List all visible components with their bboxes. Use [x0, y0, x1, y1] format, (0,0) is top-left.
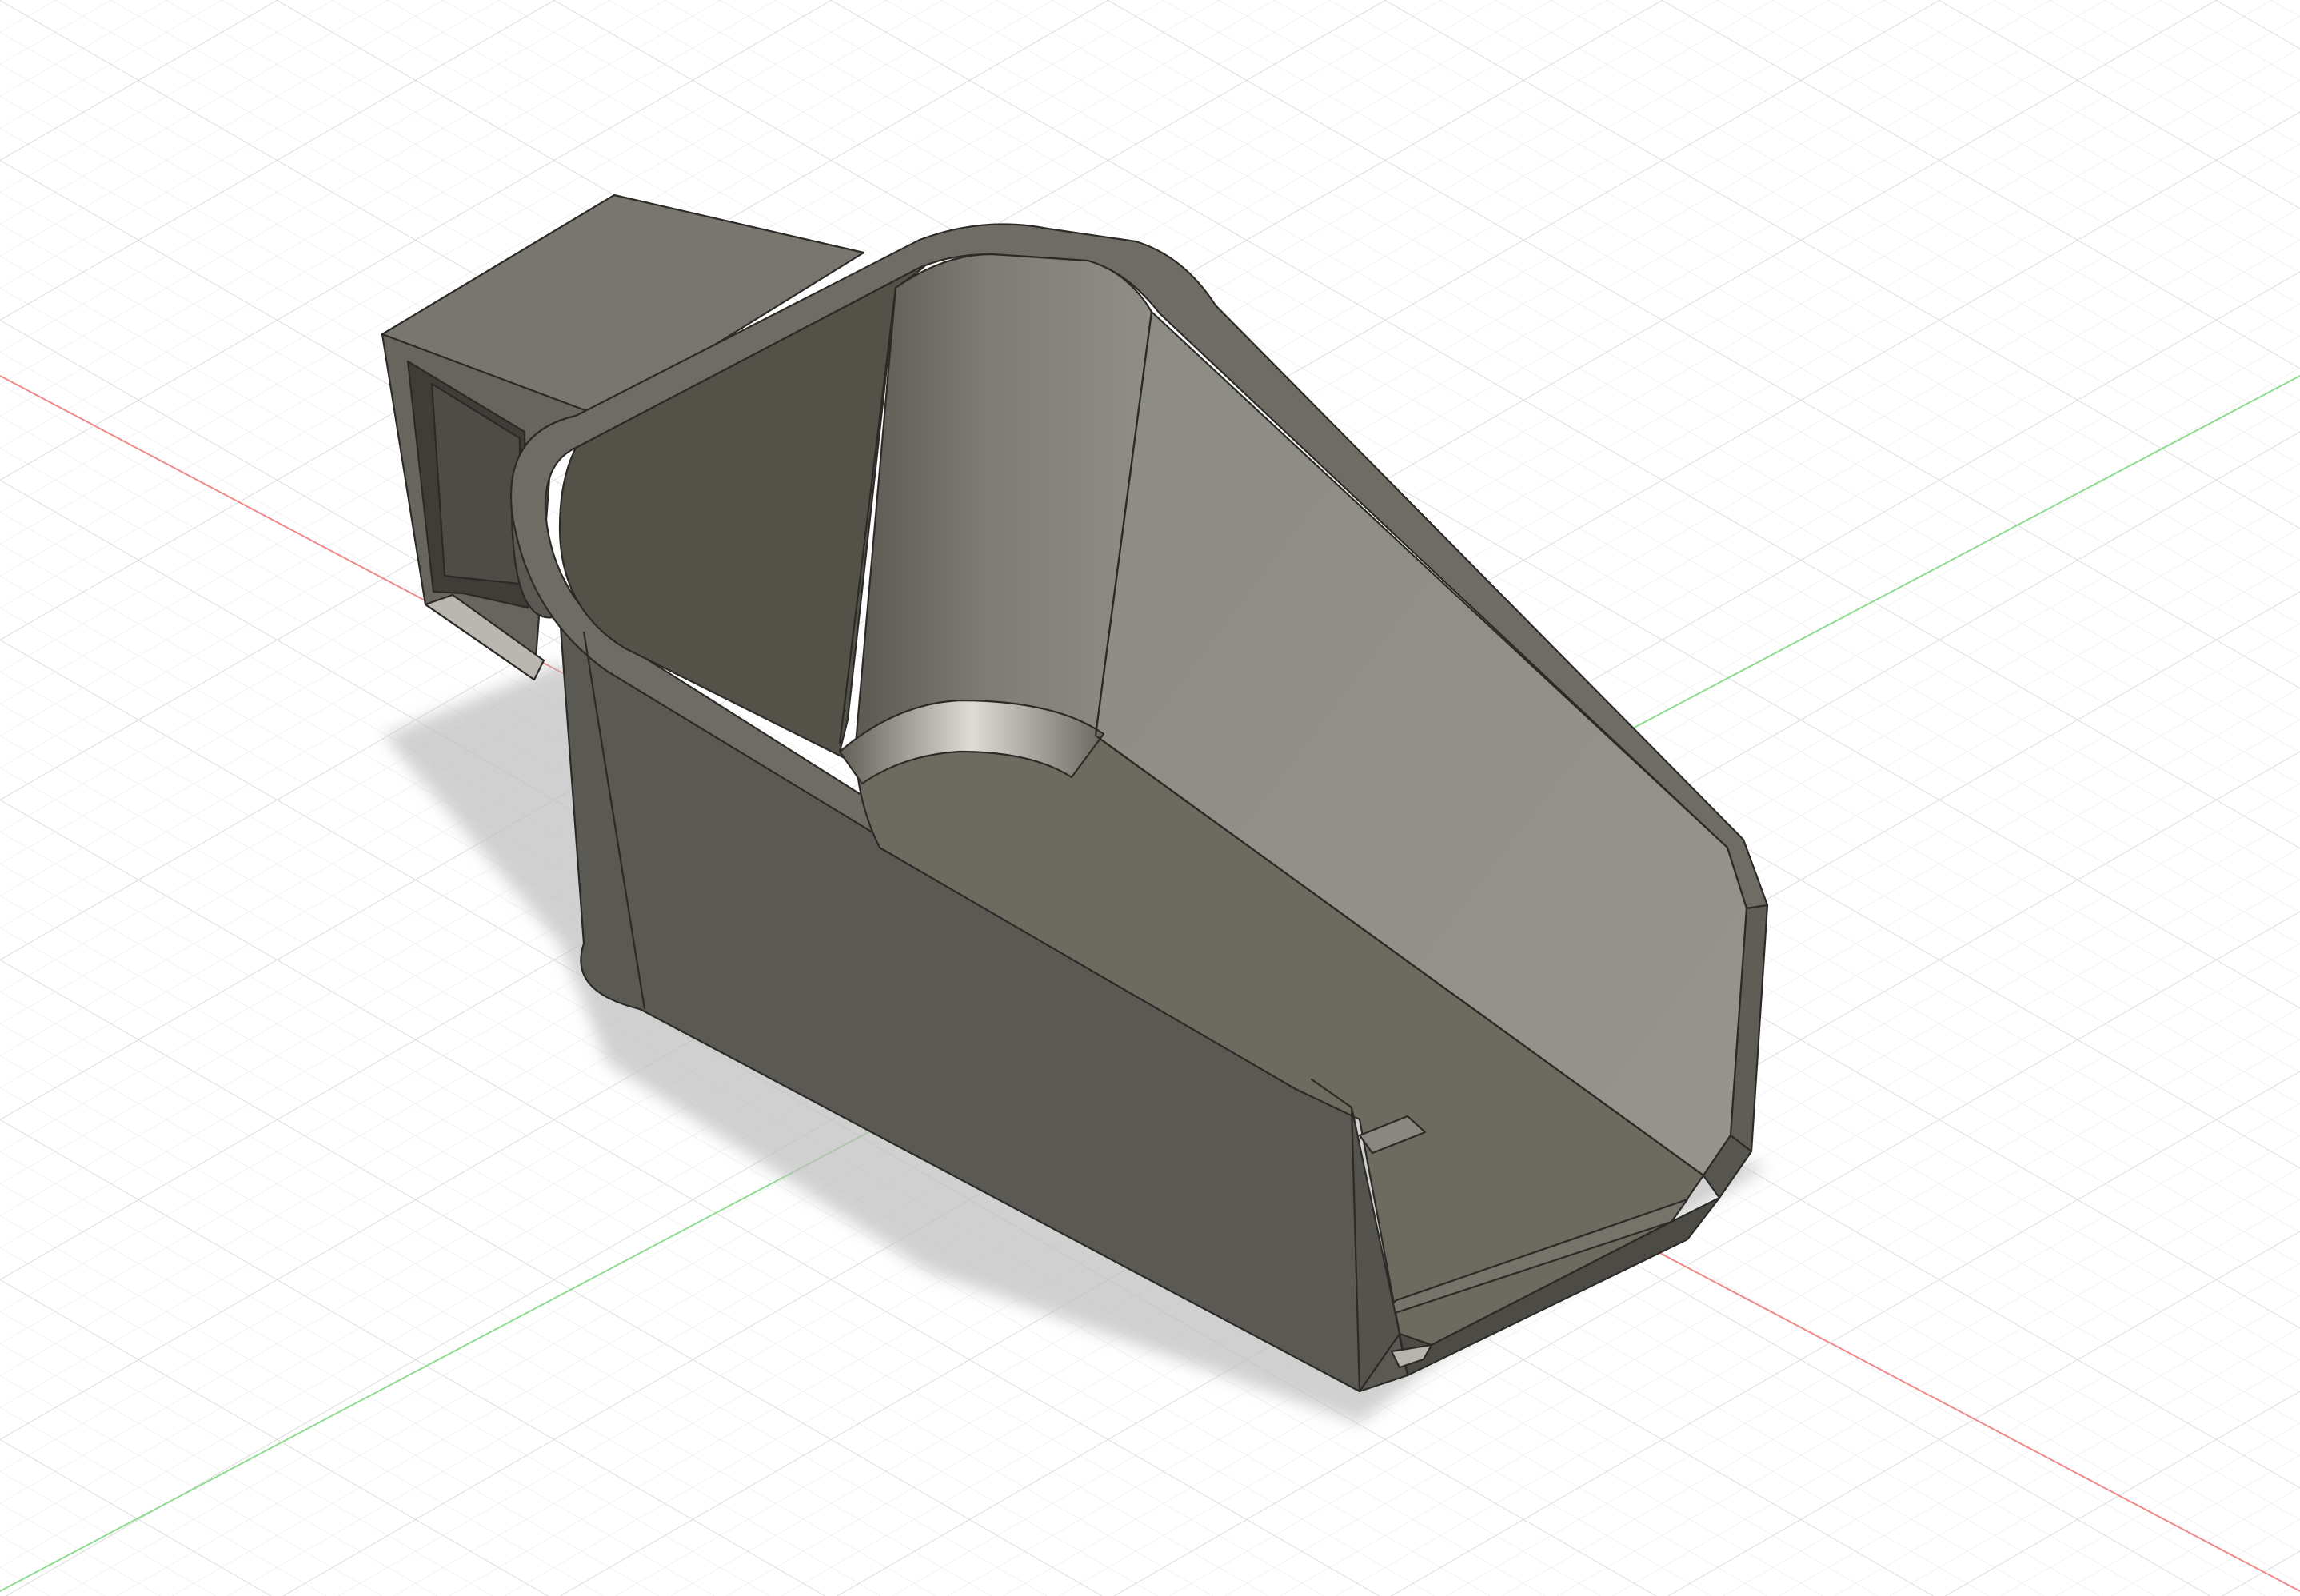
viewport-canvas[interactable] [0, 0, 2300, 1596]
cad-3d-viewport[interactable] [0, 0, 2300, 1596]
